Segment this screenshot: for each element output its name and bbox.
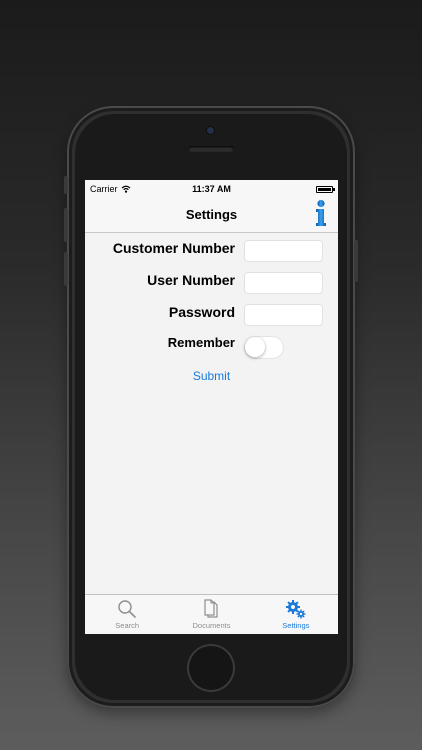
remember-label: Remember: [167, 335, 235, 350]
toggle-knob: [245, 337, 265, 357]
tab-documents[interactable]: Documents: [169, 595, 253, 634]
customer-number-input[interactable]: [244, 240, 323, 262]
status-bar: Carrier 11:37 AM: [85, 180, 338, 198]
info-icon[interactable]: [313, 199, 329, 229]
user-number-input[interactable]: [244, 272, 323, 294]
mute-switch: [64, 176, 68, 194]
app-screen: Carrier 11:37 AM Settings Customer Numbe…: [85, 180, 338, 634]
tab-settings[interactable]: Settings: [254, 595, 338, 634]
tab-search-label: Search: [115, 621, 140, 630]
magnifier-icon: [118, 600, 136, 618]
settings-form: Customer Number User Number Password Rem…: [85, 233, 338, 563]
volume-up-button: [64, 208, 68, 242]
earpiece-speaker: [188, 146, 234, 152]
power-button: [354, 240, 358, 282]
user-number-label: User Number: [147, 272, 235, 288]
front-camera: [207, 127, 214, 134]
battery-icon: [316, 185, 335, 193]
home-button[interactable]: [189, 646, 233, 690]
tab-search[interactable]: Search: [85, 595, 169, 634]
remember-toggle[interactable]: [244, 336, 284, 359]
navigation-bar: Settings: [85, 198, 338, 233]
customer-number-label: Customer Number: [112, 240, 235, 256]
password-label: Password: [168, 304, 235, 320]
tab-documents-label: Documents: [192, 621, 231, 630]
gears-icon: [285, 600, 306, 619]
password-input[interactable]: [244, 304, 323, 326]
page-title: Settings: [185, 207, 238, 222]
volume-down-button: [64, 252, 68, 286]
tab-bar: Search Documents Settings: [85, 594, 338, 634]
documents-icon: [204, 599, 219, 618]
tab-settings-label: Settings: [282, 621, 310, 630]
status-time: 11:37 AM: [192, 184, 231, 194]
submit-button[interactable]: Submit: [85, 369, 338, 383]
